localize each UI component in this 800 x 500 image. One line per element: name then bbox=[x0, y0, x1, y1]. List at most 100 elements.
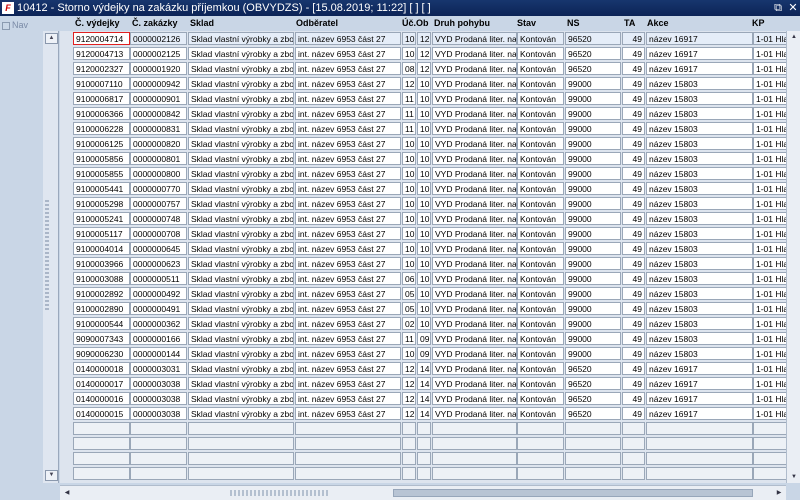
table-cell[interactable]: 49 bbox=[622, 242, 645, 255]
table-row[interactable]: 9100005117 0000000708 Sklad vlastní výrobk… bbox=[60, 227, 800, 241]
table-cell[interactable]: 0000003038 bbox=[130, 377, 187, 390]
table-row[interactable]: 9100002892 0000000492 Sklad vlastní výrobk… bbox=[60, 287, 800, 301]
table-cell[interactable]: int. název 6953 část 27 bbox=[295, 62, 401, 75]
table-cell[interactable] bbox=[432, 452, 517, 465]
table-cell[interactable]: 0000000623 bbox=[130, 257, 187, 270]
table-row[interactable]: 0140000016 0000003038 Sklad vlastní výrobk… bbox=[60, 392, 800, 406]
table-row[interactable]: 9100000544 0000000362 Sklad vlastní výrobk… bbox=[60, 317, 800, 331]
table-cell[interactable]: Sklad vlastní výrobky a zboží bbox=[188, 377, 294, 390]
table-cell[interactable] bbox=[565, 467, 621, 480]
table-cell[interactable]: 9100007110 bbox=[73, 77, 130, 90]
table-cell[interactable]: 0000002125 bbox=[130, 47, 187, 60]
table-cell[interactable]: VYD Prodaná liter. na ú bbox=[432, 242, 517, 255]
table-cell[interactable]: název 16917 bbox=[646, 62, 753, 75]
table-cell[interactable]: int. název 6953 část 27 bbox=[295, 392, 401, 405]
table-cell[interactable]: 0000000757 bbox=[130, 197, 187, 210]
table-cell[interactable]: 96520 bbox=[565, 62, 621, 75]
table-cell[interactable] bbox=[73, 422, 130, 435]
table-cell[interactable]: 0000000645 bbox=[130, 242, 187, 255]
table-cell[interactable]: 0000000942 bbox=[130, 77, 187, 90]
scroll-left-icon[interactable]: ◀ bbox=[62, 487, 72, 499]
table-cell[interactable]: 12 bbox=[417, 32, 431, 45]
table-cell[interactable]: Kontován bbox=[517, 302, 564, 315]
table-cell[interactable]: 99000 bbox=[565, 92, 621, 105]
table-cell[interactable]: int. název 6953 část 27 bbox=[295, 362, 401, 375]
table-cell[interactable]: Kontován bbox=[517, 197, 564, 210]
table-cell[interactable]: 9090006230 bbox=[73, 347, 130, 360]
table-cell[interactable]: 49 bbox=[622, 377, 645, 390]
vertical-scrollbar[interactable]: ▲ ▼ bbox=[786, 31, 800, 483]
table-cell[interactable]: 9120004714 bbox=[73, 32, 130, 45]
table-cell[interactable] bbox=[73, 467, 130, 480]
table-cell[interactable]: 9100005441 bbox=[73, 182, 130, 195]
column-header[interactable]: Odběratel bbox=[296, 16, 396, 31]
table-cell[interactable]: Kontován bbox=[517, 272, 564, 285]
table-cell[interactable]: název 16917 bbox=[646, 47, 753, 60]
table-cell[interactable]: 9100002892 bbox=[73, 287, 130, 300]
splitter-grip[interactable] bbox=[45, 200, 49, 310]
table-cell[interactable]: VYD Prodaná liter. na ú bbox=[432, 182, 517, 195]
table-cell[interactable] bbox=[517, 467, 564, 480]
table-cell[interactable]: 10 bbox=[417, 92, 431, 105]
table-cell[interactable]: VYD Prodaná liter. na ú bbox=[432, 212, 517, 225]
table-cell[interactable]: Kontován bbox=[517, 167, 564, 180]
table-row[interactable]: 9090006230 0000000144 Sklad vlastní výrobk… bbox=[60, 347, 800, 361]
table-cell[interactable]: Sklad vlastní výrobky a zboží bbox=[188, 47, 294, 60]
table-cell[interactable]: název 15803 bbox=[646, 107, 753, 120]
table-cell[interactable]: 10 bbox=[417, 167, 431, 180]
table-cell[interactable] bbox=[188, 422, 294, 435]
table-cell[interactable]: název 16917 bbox=[646, 32, 753, 45]
table-cell[interactable]: int. název 6953 část 27 bbox=[295, 122, 401, 135]
table-cell[interactable]: 10 bbox=[417, 152, 431, 165]
table-row[interactable]: 9100005241 0000000748 Sklad vlastní výrobk… bbox=[60, 212, 800, 226]
table-cell[interactable]: 0000000491 bbox=[130, 302, 187, 315]
table-cell[interactable]: 9120002327 bbox=[73, 62, 130, 75]
table-cell[interactable]: 0000000801 bbox=[130, 152, 187, 165]
table-row[interactable]: 9100005298 0000000757 Sklad vlastní výrobk… bbox=[60, 197, 800, 211]
column-header[interactable]: NS bbox=[567, 16, 617, 31]
table-cell[interactable]: 0140000018 bbox=[73, 362, 130, 375]
table-cell[interactable]: VYD Prodaná liter. na ú bbox=[432, 137, 517, 150]
table-cell[interactable]: Kontován bbox=[517, 227, 564, 240]
table-cell[interactable]: 49 bbox=[622, 152, 645, 165]
table-cell[interactable]: 96520 bbox=[565, 362, 621, 375]
table-cell[interactable]: VYD Prodaná liter. na ú bbox=[432, 302, 517, 315]
table-cell[interactable]: 10 bbox=[417, 257, 431, 270]
table-row[interactable]: 9100007110 0000000942 Sklad vlastní výrobk… bbox=[60, 77, 800, 91]
table-cell[interactable]: 10 bbox=[417, 302, 431, 315]
table-cell[interactable]: 49 bbox=[622, 137, 645, 150]
table-cell[interactable]: Sklad vlastní výrobky a zboží bbox=[188, 107, 294, 120]
empty-row[interactable] bbox=[60, 437, 800, 451]
table-row[interactable]: 9100006366 0000000842 Sklad vlastní výrobk… bbox=[60, 107, 800, 121]
table-cell[interactable]: Kontován bbox=[517, 62, 564, 75]
table-cell[interactable] bbox=[402, 467, 416, 480]
table-cell[interactable]: název 15803 bbox=[646, 122, 753, 135]
row-down-icon[interactable]: ▼ bbox=[45, 470, 58, 481]
table-cell[interactable]: 49 bbox=[622, 32, 645, 45]
table-cell[interactable]: 0140000015 bbox=[73, 407, 130, 420]
table-cell[interactable]: 96520 bbox=[565, 32, 621, 45]
table-row[interactable]: 0140000015 0000003038 Sklad vlastní výrobk… bbox=[60, 407, 800, 421]
table-cell[interactable]: 99000 bbox=[565, 107, 621, 120]
table-cell[interactable]: int. název 6953 část 27 bbox=[295, 152, 401, 165]
table-cell[interactable]: 9100003966 bbox=[73, 257, 130, 270]
table-cell[interactable]: 49 bbox=[622, 347, 645, 360]
table-cell[interactable]: Sklad vlastní výrobky a zboží bbox=[188, 287, 294, 300]
table-cell[interactable]: 0000000770 bbox=[130, 182, 187, 195]
table-cell[interactable]: název 15803 bbox=[646, 287, 753, 300]
table-row[interactable]: 9100005856 0000000801 Sklad vlastní výrobk… bbox=[60, 152, 800, 166]
table-cell[interactable]: 05 bbox=[402, 302, 416, 315]
table-cell[interactable]: 99000 bbox=[565, 302, 621, 315]
table-cell[interactable]: 9090007343 bbox=[73, 332, 130, 345]
table-cell[interactable]: 14 bbox=[417, 392, 431, 405]
table-cell[interactable]: Sklad vlastní výrobky a zboží bbox=[188, 212, 294, 225]
table-cell[interactable]: VYD Prodaná liter. na ú bbox=[432, 317, 517, 330]
table-cell[interactable]: int. název 6953 část 27 bbox=[295, 407, 401, 420]
table-cell[interactable]: int. název 6953 část 27 bbox=[295, 272, 401, 285]
table-cell[interactable]: 08 bbox=[402, 62, 416, 75]
empty-row[interactable] bbox=[60, 452, 800, 466]
column-header[interactable]: Č. zakázky bbox=[132, 16, 192, 31]
table-cell[interactable]: 49 bbox=[622, 302, 645, 315]
table-cell[interactable]: název 16917 bbox=[646, 362, 753, 375]
table-cell[interactable]: 10 bbox=[417, 242, 431, 255]
